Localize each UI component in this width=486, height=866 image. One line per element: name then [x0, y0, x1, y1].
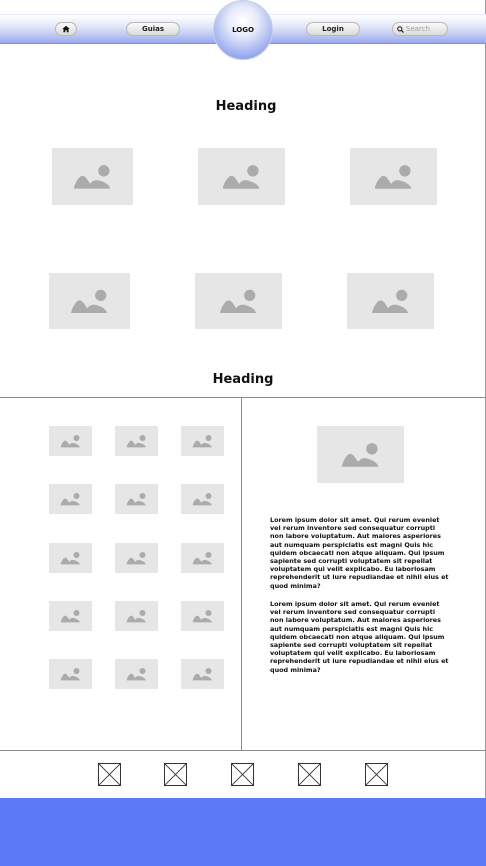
- image-icon: [126, 610, 146, 623]
- thumbnail-image: [181, 543, 224, 573]
- cross-icon: [366, 764, 387, 785]
- cross-icon: [165, 764, 186, 785]
- thumbnail-image: [115, 601, 158, 631]
- gallery-image: [350, 148, 437, 205]
- guias-button[interactable]: Guias: [126, 22, 180, 36]
- logo-label: LOGO: [232, 26, 254, 34]
- thumbnail-image: [49, 543, 92, 573]
- image-icon: [220, 289, 257, 313]
- thumbnail-image: [115, 484, 158, 514]
- search-icon: [397, 25, 404, 33]
- thumbnail-image: [49, 659, 92, 689]
- thumbnail-image: [181, 601, 224, 631]
- image-icon: [192, 552, 212, 565]
- thumbnail-image: [49, 601, 92, 631]
- image-icon: [192, 435, 212, 448]
- image-icon: [71, 289, 108, 313]
- thumbnail-image: [181, 484, 224, 514]
- divider-bottom: [0, 750, 486, 751]
- image-icon: [60, 435, 80, 448]
- image-icon: [372, 289, 409, 313]
- feature-image: [317, 426, 404, 483]
- search-placeholder: Search: [406, 25, 431, 33]
- gallery-image: [198, 148, 285, 205]
- cross-icon: [232, 764, 253, 785]
- divider-vertical: [241, 397, 242, 751]
- gallery-image: [195, 273, 282, 329]
- footer: [0, 798, 486, 866]
- image-icon: [60, 552, 80, 565]
- image-icon: [192, 493, 212, 506]
- thumbnail-image: [115, 426, 158, 456]
- gallery-image: [347, 273, 434, 329]
- thumbnail-image: [115, 543, 158, 573]
- placeholder-box: [365, 763, 388, 786]
- thumbnail-image: [181, 426, 224, 456]
- logo[interactable]: LOGO: [213, 0, 273, 60]
- cross-icon: [299, 764, 320, 785]
- search-input[interactable]: Search: [392, 22, 448, 36]
- thumbnail-image: [181, 659, 224, 689]
- image-icon: [126, 552, 146, 565]
- image-icon: [126, 668, 146, 681]
- image-icon: [60, 610, 80, 623]
- section-heading-2: Heading: [212, 372, 274, 387]
- placeholder-box: [164, 763, 187, 786]
- image-icon: [374, 165, 412, 189]
- cross-icon: [99, 764, 120, 785]
- image-icon: [341, 443, 379, 467]
- image-icon: [222, 165, 260, 189]
- thumbnail-image: [49, 484, 92, 514]
- home-button[interactable]: [55, 22, 77, 36]
- image-icon: [73, 165, 111, 189]
- image-icon: [192, 668, 212, 681]
- paragraph-2: Lorem ipsum dolor sit amet. Qui rerum ev…: [270, 600, 449, 674]
- gallery-image: [49, 273, 130, 329]
- home-icon: [62, 25, 70, 33]
- thumbnail-image: [115, 659, 158, 689]
- gallery-image: [52, 148, 133, 205]
- image-icon: [192, 610, 212, 623]
- image-icon: [60, 668, 80, 681]
- thumbnail-image: [49, 426, 92, 456]
- placeholder-box: [231, 763, 254, 786]
- image-icon: [126, 435, 146, 448]
- placeholder-box: [298, 763, 321, 786]
- section-heading-1: Heading: [215, 99, 277, 114]
- divider-top: [0, 397, 486, 398]
- login-button[interactable]: Login: [306, 22, 360, 36]
- placeholder-box: [98, 763, 121, 786]
- image-icon: [60, 493, 80, 506]
- image-icon: [126, 493, 146, 506]
- paragraph-1: Lorem ipsum dolor sit amet. Qui rerum ev…: [270, 516, 449, 590]
